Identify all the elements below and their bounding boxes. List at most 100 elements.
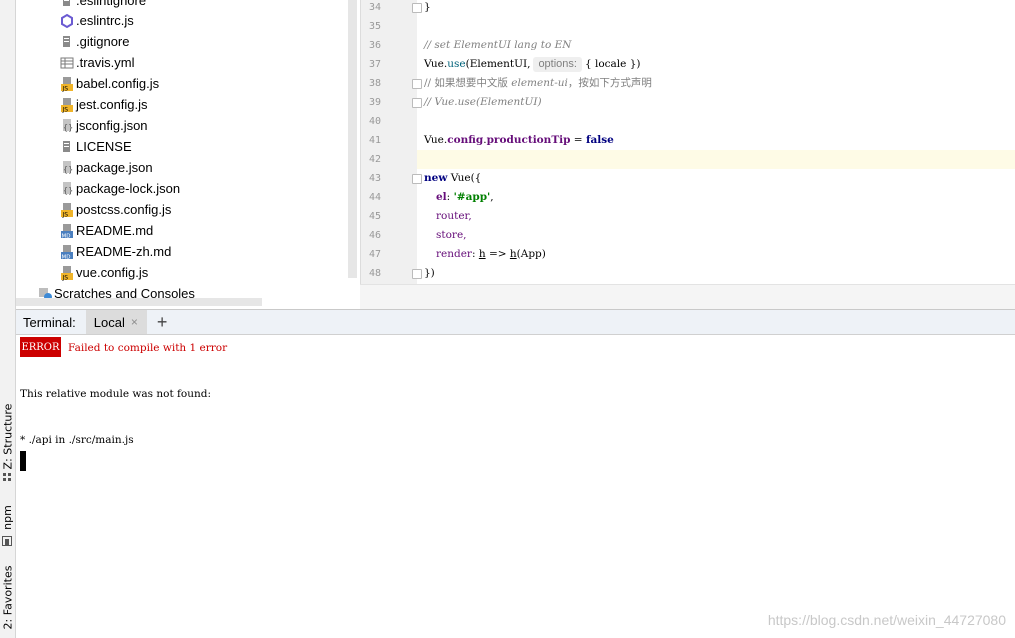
svg-text:MD: MD (62, 254, 71, 260)
code-line: } (424, 1, 431, 13)
line-number: 37 (368, 59, 381, 70)
code-line: store, (436, 229, 467, 241)
fold-marker[interactable] (412, 79, 422, 89)
line-number: 46 (368, 230, 381, 241)
editor-bottom-bar (360, 284, 1015, 309)
structure-tab-label: Z: Structure (1, 403, 15, 469)
tree-item-label: .travis.yml (76, 55, 135, 70)
tree-item[interactable]: {} package-lock.json (60, 178, 180, 199)
tree-item[interactable]: .travis.yml (60, 52, 135, 73)
tree-vertical-scrollbar[interactable] (348, 0, 357, 278)
tree-item[interactable]: LICENSE (60, 136, 132, 157)
current-line-highlight (417, 150, 1015, 169)
terminal-header: Terminal: Local × + (16, 309, 1015, 335)
tree-horizontal-scrollbar[interactable] (16, 298, 262, 306)
svg-text:JS: JS (62, 106, 69, 113)
terminal-line: This relative module was not found: (20, 388, 212, 400)
code-line: // Vue.use(ElementUI) (424, 96, 542, 108)
tree-item[interactable]: JS vue.config.js (60, 262, 148, 283)
line-number: 40 (368, 116, 381, 127)
svg-text:{}: {} (63, 165, 73, 174)
left-tool-strip: Z: Structure npm 2: Favorites (0, 0, 16, 638)
code-line: new Vue({ (424, 172, 482, 184)
tree-item[interactable]: MD README-zh.md (60, 241, 171, 262)
tree-item[interactable]: JS jest.config.js (60, 94, 148, 115)
terminal-tab-local[interactable]: Local × (85, 310, 147, 334)
tree-item-label: postcss.config.js (76, 202, 172, 217)
project-tree: .eslintignore .eslintrc.js .gitignore .t… (16, 0, 359, 308)
tree-item[interactable]: .eslintrc.js (60, 10, 134, 31)
line-number: 34 (368, 2, 381, 13)
line-number: 43 (368, 173, 381, 184)
tree-item-label: README.md (76, 223, 154, 238)
fold-marker[interactable] (412, 174, 422, 184)
json-file-icon: {} (60, 181, 74, 197)
svg-text:JS: JS (62, 85, 69, 92)
add-terminal-tab-button[interactable]: + (157, 310, 168, 334)
error-message: Failed to compile with 1 error (68, 342, 228, 354)
tree-item-label: vue.config.js (76, 265, 149, 280)
svg-text:JS: JS (62, 274, 69, 281)
code-line: Vue.use(ElementUI, options:{ locale }) (424, 57, 641, 72)
line-number: 44 (368, 192, 381, 203)
md-file-icon: MD (60, 223, 74, 239)
svg-text:MD: MD (62, 233, 71, 239)
npm-tab[interactable]: npm (0, 500, 15, 534)
yml-file-icon (60, 55, 74, 71)
code-line: Vue.config.productionTip = false (424, 134, 614, 146)
tree-item-label: .eslintignore (76, 0, 147, 8)
fold-marker[interactable] (412, 269, 422, 279)
favorites-tab[interactable]: 2: Favorites (0, 562, 15, 632)
tree-item-label: babel.config.js (76, 76, 160, 91)
code-line: }) (424, 267, 435, 279)
tree-item[interactable]: JS babel.config.js (60, 73, 159, 94)
code-line: router, (436, 210, 472, 222)
terminal-tab-label: Local (93, 314, 125, 330)
js-file-icon: JS (60, 76, 74, 92)
md-file-icon: MD (60, 244, 74, 260)
terminal-output[interactable]: ERROR Failed to compile with 1 error Thi… (16, 335, 1015, 638)
tree-item-label: package.json (76, 160, 153, 175)
npm-tab-label: npm (1, 504, 15, 530)
terminal-cursor (20, 451, 26, 471)
line-number: 42 (368, 154, 381, 165)
code-line: // 如果想要中文版 element-ui，按如下方式声明 (424, 77, 652, 89)
code-editor[interactable]: 34 35 36 37 38 39 40 41 42 43 44 45 46 4… (360, 0, 1015, 284)
tree-item-label: .eslintrc.js (76, 13, 134, 28)
favorites-tab-label: 2: Favorites (1, 565, 15, 629)
line-number: 41 (368, 135, 381, 146)
tree-item-label: LICENSE (76, 139, 132, 154)
tree-item[interactable]: .gitignore (60, 31, 129, 52)
line-number: 36 (368, 40, 381, 51)
svg-text:{}: {} (63, 123, 73, 132)
fold-marker[interactable] (412, 3, 422, 13)
js-file-icon: JS (60, 97, 74, 113)
structure-tab[interactable]: Z: Structure (0, 403, 15, 469)
parameter-hint: options: (533, 57, 582, 72)
json-file-icon: {} (60, 160, 74, 176)
line-number: 35 (368, 21, 381, 32)
code-line: render: h => h(App) (436, 248, 546, 260)
eslint-icon (60, 13, 74, 29)
error-badge: ERROR (20, 337, 61, 357)
text-file-icon (60, 0, 74, 9)
fold-marker[interactable] (412, 98, 422, 108)
watermark: https://blog.csdn.net/weixin_44727080 (767, 612, 1006, 628)
js-file-icon: JS (60, 265, 74, 281)
tree-item-label: jest.config.js (76, 97, 148, 112)
svg-text:{}: {} (63, 186, 73, 195)
code-line: el: '#app', (436, 191, 494, 203)
terminal-title: Terminal: (23, 314, 76, 330)
svg-text:JS: JS (62, 211, 69, 218)
json-file-icon: {} (60, 118, 74, 134)
tree-item[interactable]: JS postcss.config.js (60, 199, 171, 220)
tree-item-label: .gitignore (76, 34, 130, 49)
code-line: // set ElementUI lang to EN (424, 39, 572, 51)
tree-item[interactable]: {} jsconfig.json (60, 115, 148, 136)
tree-item[interactable]: MD README.md (60, 220, 153, 241)
tree-item-label: jsconfig.json (76, 118, 148, 133)
tree-item[interactable]: {} package.json (60, 157, 153, 178)
close-icon[interactable]: × (131, 315, 138, 329)
text-file-icon (60, 139, 74, 155)
terminal-line: * ./api in ./src/main.js (20, 434, 134, 446)
